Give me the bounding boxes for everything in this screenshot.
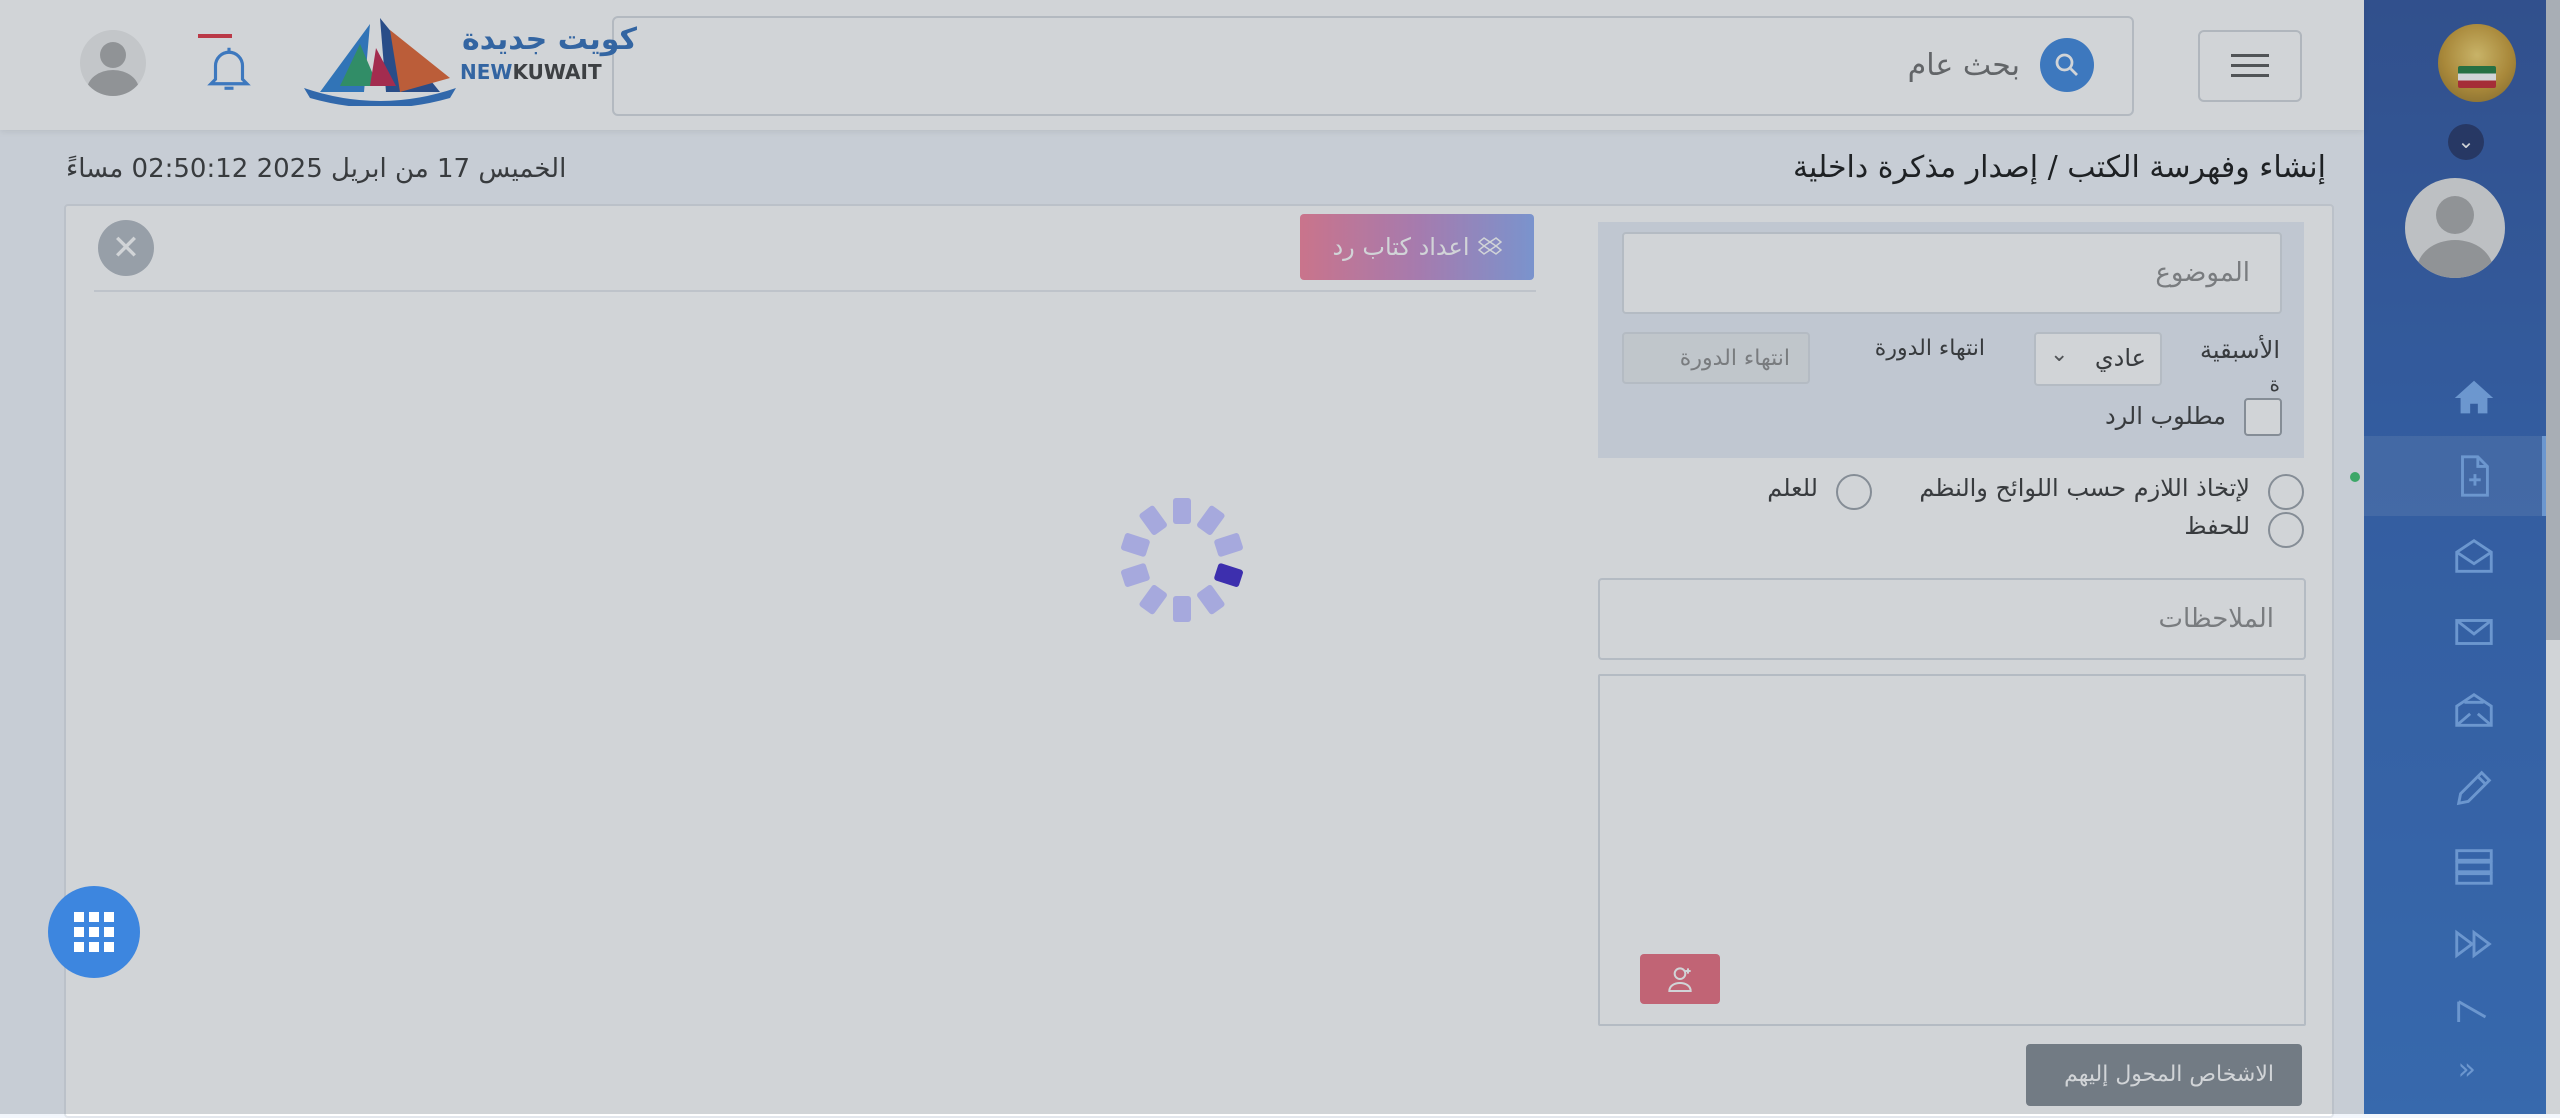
grid-icon xyxy=(74,912,114,952)
loading-overlay xyxy=(0,0,2560,1114)
loading-spinner-icon xyxy=(1121,498,1243,622)
apps-grid-button[interactable] xyxy=(48,886,140,978)
